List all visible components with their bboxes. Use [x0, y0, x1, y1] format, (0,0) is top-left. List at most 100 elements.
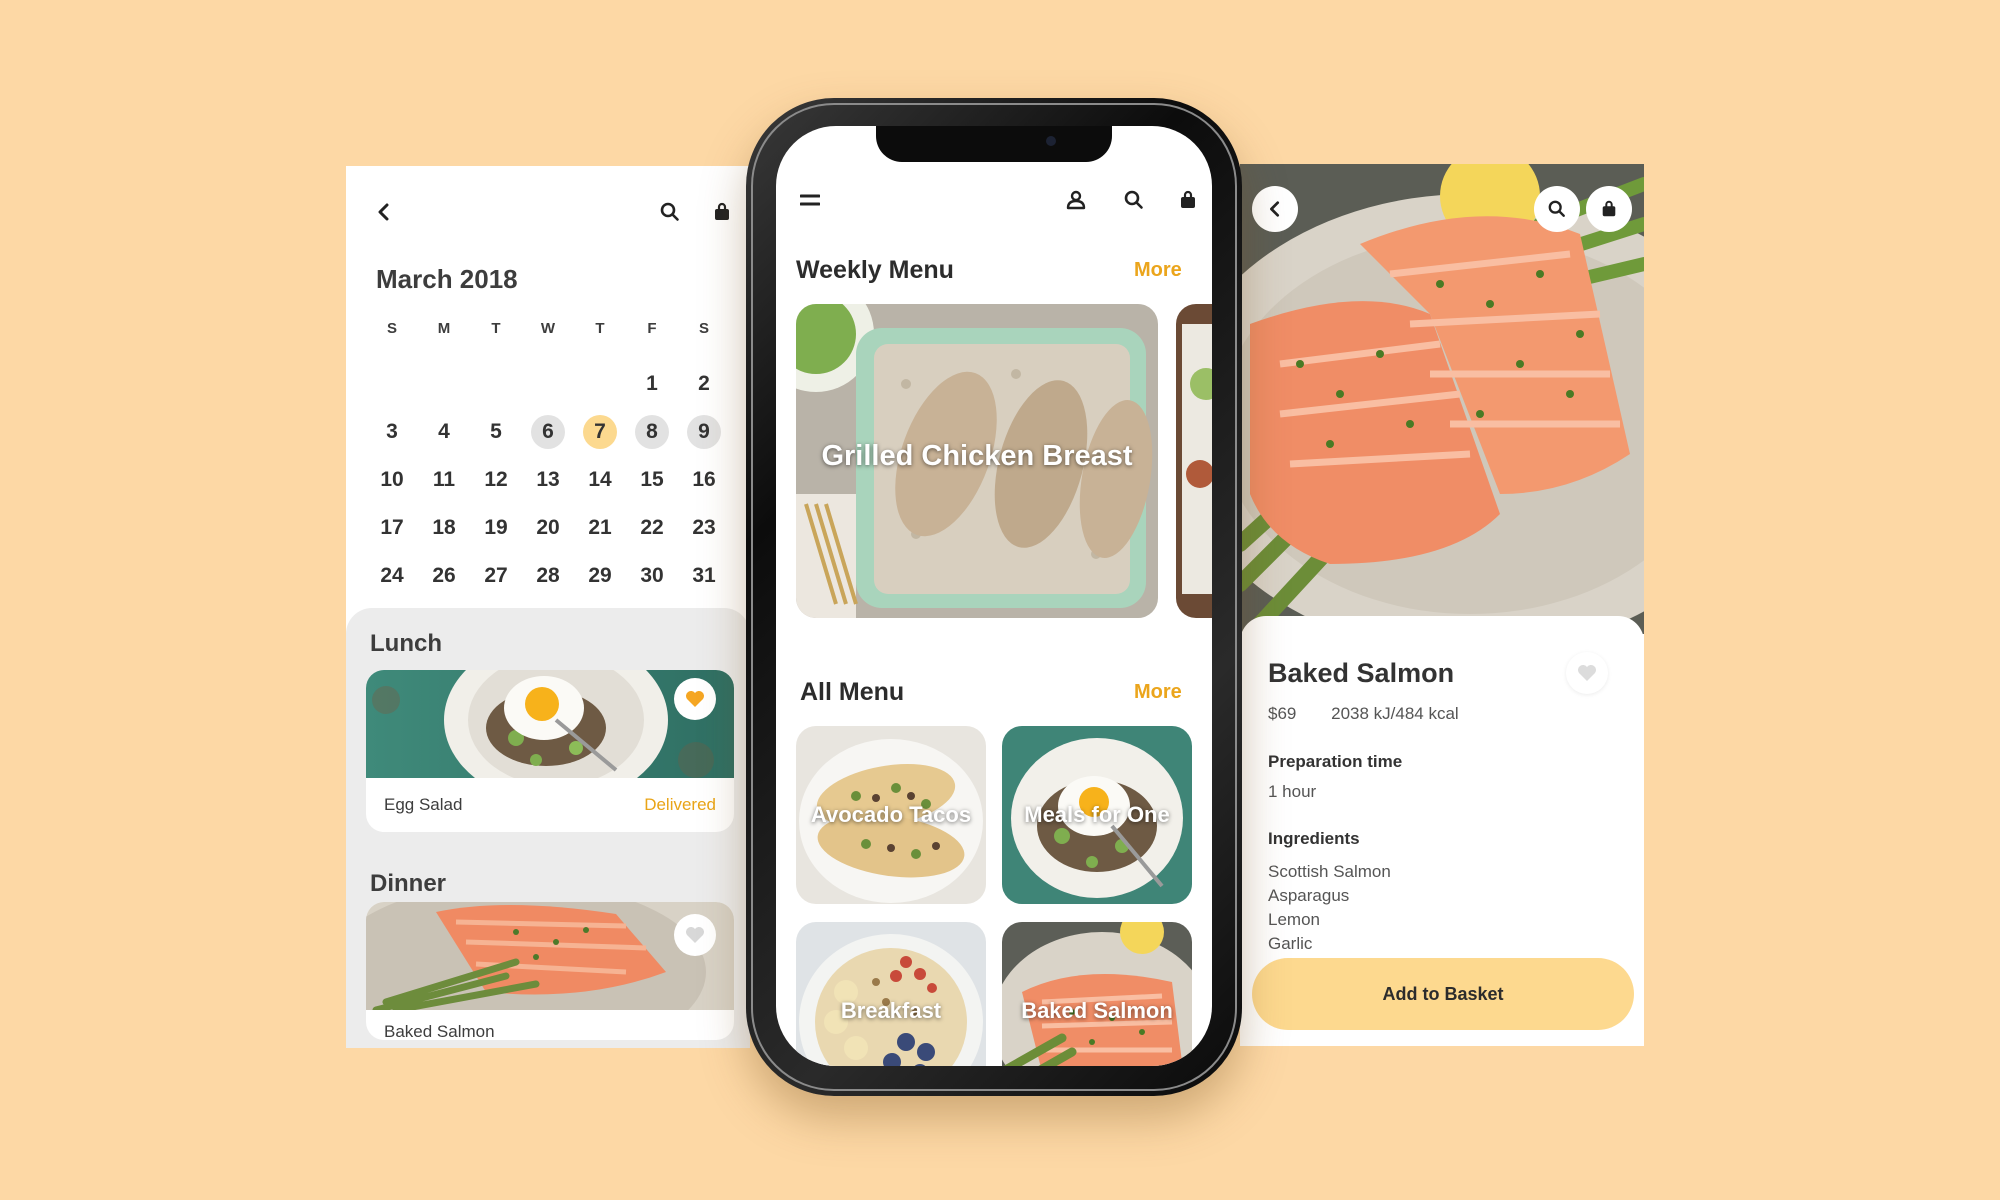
dish-energy: 2038 kJ/484 kcal	[1331, 704, 1459, 723]
calendar-day[interactable]: 8	[626, 414, 678, 450]
calendar-day-number: 30	[640, 564, 664, 587]
calendar-day[interactable]: 7	[574, 414, 626, 450]
calendar-day[interactable]: 4	[418, 414, 470, 450]
user-icon[interactable]	[1062, 186, 1090, 214]
search-button[interactable]	[1534, 186, 1580, 232]
menu-screen: Weekly Menu More Grilled Chicken Breast	[776, 126, 1212, 1066]
calendar-day-number: 6	[531, 415, 565, 449]
calendar-empty-cell	[522, 366, 574, 402]
weekly-more-link[interactable]: More	[1134, 259, 1182, 282]
calendar-day[interactable]: 22	[626, 510, 678, 546]
calendar-day-number: 27	[484, 564, 508, 587]
baked-salmon-image	[366, 902, 734, 1010]
lunch-card[interactable]: Egg Salad Delivered	[366, 670, 734, 832]
menu-tile-breakfast[interactable]: Breakfast	[796, 922, 986, 1066]
favorite-button[interactable]	[1566, 652, 1608, 694]
calendar-day[interactable]: 13	[522, 462, 574, 498]
calendar-day[interactable]: 24	[366, 558, 418, 594]
weekday-label: W	[540, 320, 556, 337]
calendar-day-number: 14	[588, 468, 612, 491]
calendar-day[interactable]: 6	[522, 414, 574, 450]
calendar-day[interactable]: 11	[418, 462, 470, 498]
calendar-day[interactable]: 10	[366, 462, 418, 498]
weekday-label: F	[647, 320, 657, 337]
calendar-day-number: 18	[432, 516, 456, 539]
ingredient-item: Garlic	[1268, 934, 1313, 953]
menu-icon[interactable]	[796, 186, 824, 214]
calendar-day-number: 1	[646, 372, 658, 395]
weekday-label: S	[386, 320, 397, 337]
bag-icon	[1600, 200, 1618, 218]
calendar-day[interactable]: 29	[574, 558, 626, 594]
bag-button[interactable]	[1586, 186, 1632, 232]
weekday-label: S	[698, 320, 709, 337]
calendar-day[interactable]: 20	[522, 510, 574, 546]
weekday-label: T	[491, 320, 501, 337]
dinner-card[interactable]: Baked Salmon	[366, 902, 734, 1040]
calendar-day[interactable]: 21	[574, 510, 626, 546]
calendar-day[interactable]: 14	[574, 462, 626, 498]
dinner-heading: Dinner	[370, 870, 447, 897]
menu-tile-meals-for-one[interactable]: Meals for One	[1002, 726, 1192, 904]
calendar-day-number: 11	[432, 468, 456, 491]
bag-icon[interactable]	[1174, 186, 1202, 214]
calendar-day-number: 16	[692, 468, 716, 491]
calendar-day[interactable]: 19	[470, 510, 522, 546]
calendar-day-number: 10	[380, 468, 404, 491]
calendar-day[interactable]: 17	[366, 510, 418, 546]
calendar-day-number: 20	[536, 516, 560, 539]
menu-tile-avocado-tacos[interactable]: Avocado Tacos	[796, 726, 986, 904]
search-icon[interactable]	[1120, 186, 1148, 214]
ingredients-list: Scottish Salmon Asparagus Lemon Garlic	[1268, 860, 1391, 956]
calendar-day[interactable]: 12	[470, 462, 522, 498]
calendar-day[interactable]: 16	[678, 462, 730, 498]
ingredient-item: Lemon	[1268, 910, 1320, 929]
meal-name: Egg Salad	[384, 795, 463, 814]
calendar-day[interactable]: 28	[522, 558, 574, 594]
dish-meta: $69 2038 kJ/484 kcal	[1268, 704, 1459, 724]
back-arrow-icon[interactable]	[368, 196, 400, 228]
next-dish-card-peek[interactable]	[1176, 304, 1212, 618]
calendar-day[interactable]: 5	[470, 414, 522, 450]
menu-tile-label: Breakfast	[840, 998, 942, 1023]
calendar-day[interactable]: 3	[366, 414, 418, 450]
calendar-day-number: 9	[687, 415, 721, 449]
favorite-button[interactable]	[674, 678, 716, 720]
calendar-day[interactable]: 23	[678, 510, 730, 546]
calendar-day[interactable]: 9	[678, 414, 730, 450]
calendar-day[interactable]: 26	[418, 558, 470, 594]
calendar-day[interactable]: 30	[626, 558, 678, 594]
egg-salad-image	[366, 670, 734, 778]
dish-price: $69	[1268, 704, 1297, 723]
calendar-day[interactable]: 18	[418, 510, 470, 546]
favorite-button[interactable]	[674, 914, 716, 956]
back-button[interactable]	[1252, 186, 1298, 232]
calendar-empty-cell	[574, 366, 626, 402]
all-more-link[interactable]: More	[1134, 681, 1182, 704]
back-arrow-icon	[1266, 200, 1284, 218]
calendar-day-number: 3	[386, 420, 398, 443]
calendar-day[interactable]: 31	[678, 558, 730, 594]
bag-icon[interactable]	[706, 196, 738, 228]
calendar-day-number: 31	[692, 564, 716, 587]
lunch-heading: Lunch	[370, 630, 442, 657]
calendar-day-number: 21	[588, 516, 612, 539]
add-to-basket-button[interactable]: Add to Basket	[1252, 958, 1634, 1030]
calendar-day-number: 7	[583, 415, 617, 449]
dinner-card-footer: Baked Salmon	[366, 1010, 734, 1040]
calendar-day-number: 28	[536, 564, 560, 587]
menu-tile-label: Baked Salmon	[1021, 998, 1173, 1023]
ingredients-label: Ingredients	[1268, 829, 1360, 848]
menu-tile-baked-salmon[interactable]: Baked Salmon	[1002, 922, 1192, 1066]
featured-dish-card[interactable]: Grilled Chicken Breast	[796, 304, 1158, 618]
calendar-day[interactable]: 15	[626, 462, 678, 498]
calendar-day-number: 2	[698, 372, 710, 395]
calendar-empty-cell	[470, 366, 522, 402]
calendar-day[interactable]: 2	[678, 366, 730, 402]
search-icon[interactable]	[654, 196, 686, 228]
calendar-day-number	[583, 367, 617, 401]
calendar-day-number: 19	[484, 516, 508, 539]
calendar-day[interactable]: 27	[470, 558, 522, 594]
calendar-day[interactable]: 1	[626, 366, 678, 402]
meals-panel: Lunch Egg Salad Delivered Dinner Baked S…	[346, 608, 750, 1048]
